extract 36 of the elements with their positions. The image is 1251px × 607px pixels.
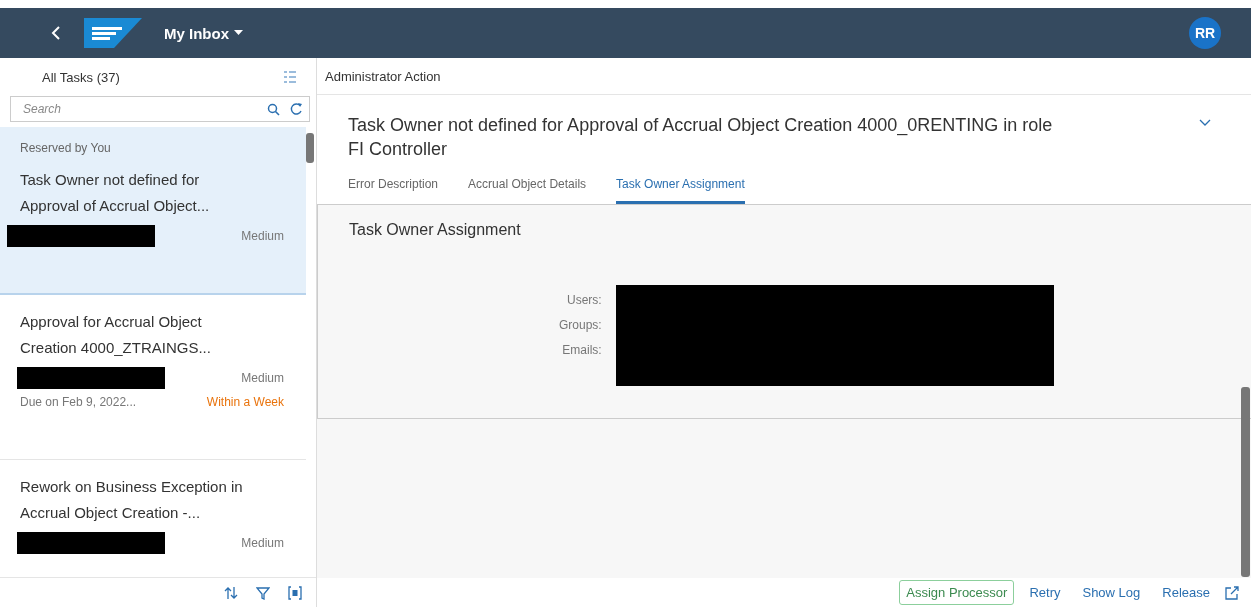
detail-header: Administrator Action <box>325 68 441 84</box>
back-icon[interactable] <box>50 25 62 41</box>
field-label: Users: <box>567 293 602 307</box>
item-priority: Medium <box>241 536 284 550</box>
item-title: Task Owner not defined for Approval of Accrual Object... <box>20 170 211 216</box>
group-icon[interactable] <box>288 585 302 600</box>
due-label: Within a Week <box>206 395 284 409</box>
caret-icon[interactable] <box>234 30 243 36</box>
field-label: Emails: <box>562 343 602 357</box>
app-title-menu[interactable]: My Inbox <box>164 24 243 42</box>
filter-icon[interactable] <box>256 585 270 600</box>
list-title: All Tasks (37) <box>42 69 120 85</box>
task-title: Task Owner not defined for Approval of Accrual Object Creation 4000_0RENTING in role FI Controller <box>348 114 1054 161</box>
logo-icon <box>84 18 142 48</box>
item-title: Rework on Business Exception in Accrual Object Creation -... <box>20 477 244 523</box>
item-status: Reserved by You <box>20 141 112 155</box>
scrollbar-thumb[interactable] <box>306 133 314 163</box>
scrollbar-thumb[interactable] <box>1241 387 1250 577</box>
search-icon[interactable] <box>267 102 280 116</box>
share-icon[interactable] <box>1225 585 1239 600</box>
collapse-button[interactable] <box>1199 119 1211 127</box>
item-priority: Medium <box>241 229 284 243</box>
tab[interactable]: Error Description <box>348 177 439 204</box>
footer-button[interactable]: Assign Processor <box>899 580 1015 605</box>
sort-icon[interactable] <box>224 585 238 600</box>
item-priority: Medium <box>241 371 284 385</box>
refresh-icon[interactable] <box>290 102 303 116</box>
due-date: Due on Feb 9, 2022... <box>20 395 137 409</box>
tab[interactable]: Accrual Object Details <box>468 177 587 204</box>
search-field[interactable]: Search <box>10 96 310 122</box>
search-input[interactable]: Search <box>21 101 257 117</box>
user-avatar[interactable]: RR <box>1189 17 1221 49</box>
field-label: Groups: <box>559 318 602 332</box>
task-list-item[interactable]: Reserved by You Task Owner not defined for Approval of Accrual Object... Medium <box>0 127 306 295</box>
item-title: Approval for Accrual Object Creation 4000_ZTRAINGS... <box>20 312 212 358</box>
section-title: Task Owner Assignment <box>349 221 522 239</box>
